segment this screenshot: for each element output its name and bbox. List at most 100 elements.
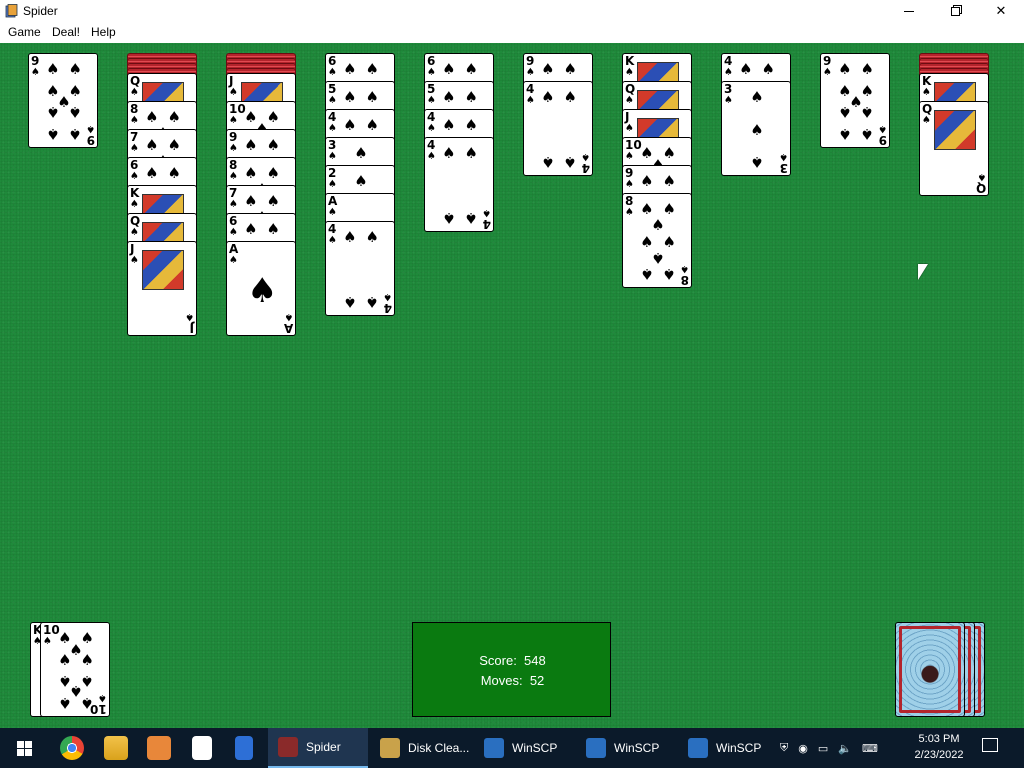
card-rank-text: 2 — [328, 166, 337, 180]
spade-icon: ♠ — [625, 179, 634, 190]
taskbar-item[interactable]: WinSCP — [474, 728, 572, 768]
card-rank-text: 7 — [229, 186, 238, 200]
clock[interactable]: 5:03 PM 2/23/2022 — [905, 731, 973, 763]
spade-icon: ♠ — [58, 650, 72, 669]
menu-game[interactable]: Game — [8, 25, 41, 39]
card[interactable]: 4♠4♠♠♠♠♠ — [325, 221, 395, 316]
spade-icon: ♠ — [625, 207, 634, 218]
card[interactable]: 3♠3♠♠♠♠ — [721, 81, 791, 176]
spade-icon: ♠ — [343, 59, 357, 78]
media-player-icon[interactable] — [147, 736, 171, 760]
chrome-tray-icon[interactable]: ◉ — [798, 742, 808, 755]
card-rank: 8 ♠ — [625, 195, 634, 218]
spade-icon: ♠ — [427, 95, 436, 106]
maximize-icon[interactable] — [932, 0, 978, 22]
spade-icon: ♠ — [724, 67, 733, 78]
notepad-icon[interactable] — [192, 736, 212, 760]
card-rank-text: 6 — [427, 54, 436, 68]
card[interactable]: Q♠Q♠ — [919, 101, 989, 196]
card[interactable]: 8♠8♠♠♠♠♠♠♠♠♠ — [622, 193, 692, 288]
spade-icon: ♠ — [130, 199, 139, 210]
keyboard-icon[interactable]: ⌨ — [862, 742, 878, 755]
spade-icon: ♠ — [662, 265, 676, 284]
disk-cleanup-icon — [380, 738, 400, 758]
taskbar-item[interactable]: Spider — [268, 728, 368, 768]
menu-help[interactable]: Help — [91, 25, 116, 39]
card-pips: ♠♠♠♠♠♠♠♠♠♠ — [53, 627, 97, 712]
card-rank: 6 ♠ — [229, 215, 238, 238]
card-rank-text: 9 — [823, 54, 832, 68]
completed-run-card[interactable]: 10 ♠ 10 ♠ ♠ ♠ ♠ ♠ ♠ ♠ ♠ ♠ ♠ ♠ — [40, 622, 110, 717]
spade-icon: ♠ — [442, 209, 456, 228]
card-rank-text: 9 — [229, 130, 238, 144]
card[interactable]: 4♠4♠♠♠♠♠ — [523, 81, 593, 176]
card[interactable]: A♠A♠♠ — [226, 241, 296, 336]
taskbar-item[interactable]: WinSCP — [678, 728, 776, 768]
stock-pile[interactable] — [895, 622, 965, 717]
spade-icon: ♠ — [922, 87, 931, 98]
notification-icon[interactable] — [982, 738, 998, 752]
spade-icon: ♠ — [354, 143, 368, 162]
chrome-icon[interactable] — [60, 736, 84, 760]
card-rank: K ♠ — [625, 55, 634, 78]
spade-icon: ♠ — [343, 87, 357, 106]
card-rank-text: 4 — [724, 54, 733, 68]
spade-icon: ♠ — [750, 120, 764, 139]
close-icon[interactable]: ✕ — [978, 0, 1024, 22]
spade-icon: ♠ — [229, 199, 238, 210]
spade-icon: ♠ — [442, 87, 456, 106]
taskbar-item[interactable]: WinSCP — [576, 728, 674, 768]
card-rank-text: A — [328, 194, 338, 208]
taskbar-item-label: WinSCP — [716, 741, 762, 755]
spade-icon: ♠ — [640, 265, 654, 284]
security-icon[interactable]: ⛨ — [780, 742, 788, 755]
spade-icon: ♠ — [464, 209, 478, 228]
spade-icon: ♠ — [266, 191, 280, 210]
spade-icon: ♠ — [526, 67, 535, 78]
menu-deal[interactable]: Deal! — [52, 25, 80, 39]
card-rank-text: 5 — [328, 82, 337, 96]
app-icon[interactable] — [235, 736, 253, 760]
card-rank-text: 9 — [625, 166, 634, 180]
spade-icon: ♠ — [365, 87, 379, 106]
spade-icon: ♠ — [244, 135, 258, 154]
score-panel[interactable]: Score: 548 Moves: 52 — [412, 622, 611, 717]
taskbar-item[interactable]: Disk Clea... — [370, 728, 470, 768]
file-explorer-icon[interactable] — [104, 736, 128, 760]
spade-icon: ♠ — [130, 255, 139, 266]
card-pips: ♠♠♠♠♠♠♠♠♠ — [41, 58, 85, 143]
spade-icon: ♠ — [625, 95, 634, 106]
spade-icon: ♠ — [229, 87, 238, 98]
spade-icon: ♠ — [662, 199, 676, 218]
card-rank: K ♠ — [922, 75, 931, 98]
spade-icon: ♠ — [247, 271, 278, 311]
spade-icon: ♠ — [145, 107, 159, 126]
card-rank: J ♠ — [625, 111, 634, 134]
title-bar[interactable]: Spider ✕ — [0, 0, 1024, 22]
spade-icon: ♠ — [464, 59, 478, 78]
card-rank: 4 ♠ — [724, 55, 733, 78]
card-rank-text: 8 — [130, 102, 139, 116]
card-rank: 4 ♠ — [526, 83, 535, 106]
game-board[interactable]: Score: 548 Moves: 52 9♠9♠♠♠♠♠♠♠♠♠♠Q♠Q♠8♠… — [0, 43, 1024, 728]
card-pips: ♠ ♠ ♠ ♠ — [437, 142, 481, 227]
card[interactable]: 4♠4♠♠♠♠♠ — [424, 137, 494, 232]
card-rank: Q ♠ — [625, 83, 635, 106]
card-rank-text: K — [130, 186, 140, 200]
minimize-icon[interactable] — [886, 0, 932, 22]
spade-icon: ♠ — [68, 125, 82, 144]
spade-icon: ♠ — [625, 123, 634, 134]
card[interactable]: 9♠9♠♠♠♠♠♠♠♠♠♠ — [820, 53, 890, 148]
spade-icon: ♠ — [343, 115, 357, 134]
card-rank-text: 4 — [427, 138, 436, 152]
network-icon[interactable]: ▭ — [818, 742, 828, 755]
card[interactable]: J♠J♠ — [127, 241, 197, 336]
spade-icon: ♠ — [541, 153, 555, 172]
spade-icon: ♠ — [365, 59, 379, 78]
spade-icon: ♠ — [860, 103, 874, 122]
clock-date: 2/23/2022 — [914, 749, 964, 761]
card[interactable]: 9♠9♠♠♠♠♠♠♠♠♠♠ — [28, 53, 98, 148]
card-rank-bottom: 4♠ — [581, 151, 590, 175]
volume-icon[interactable]: 🔈 — [838, 742, 852, 755]
start-button[interactable] — [0, 728, 48, 768]
